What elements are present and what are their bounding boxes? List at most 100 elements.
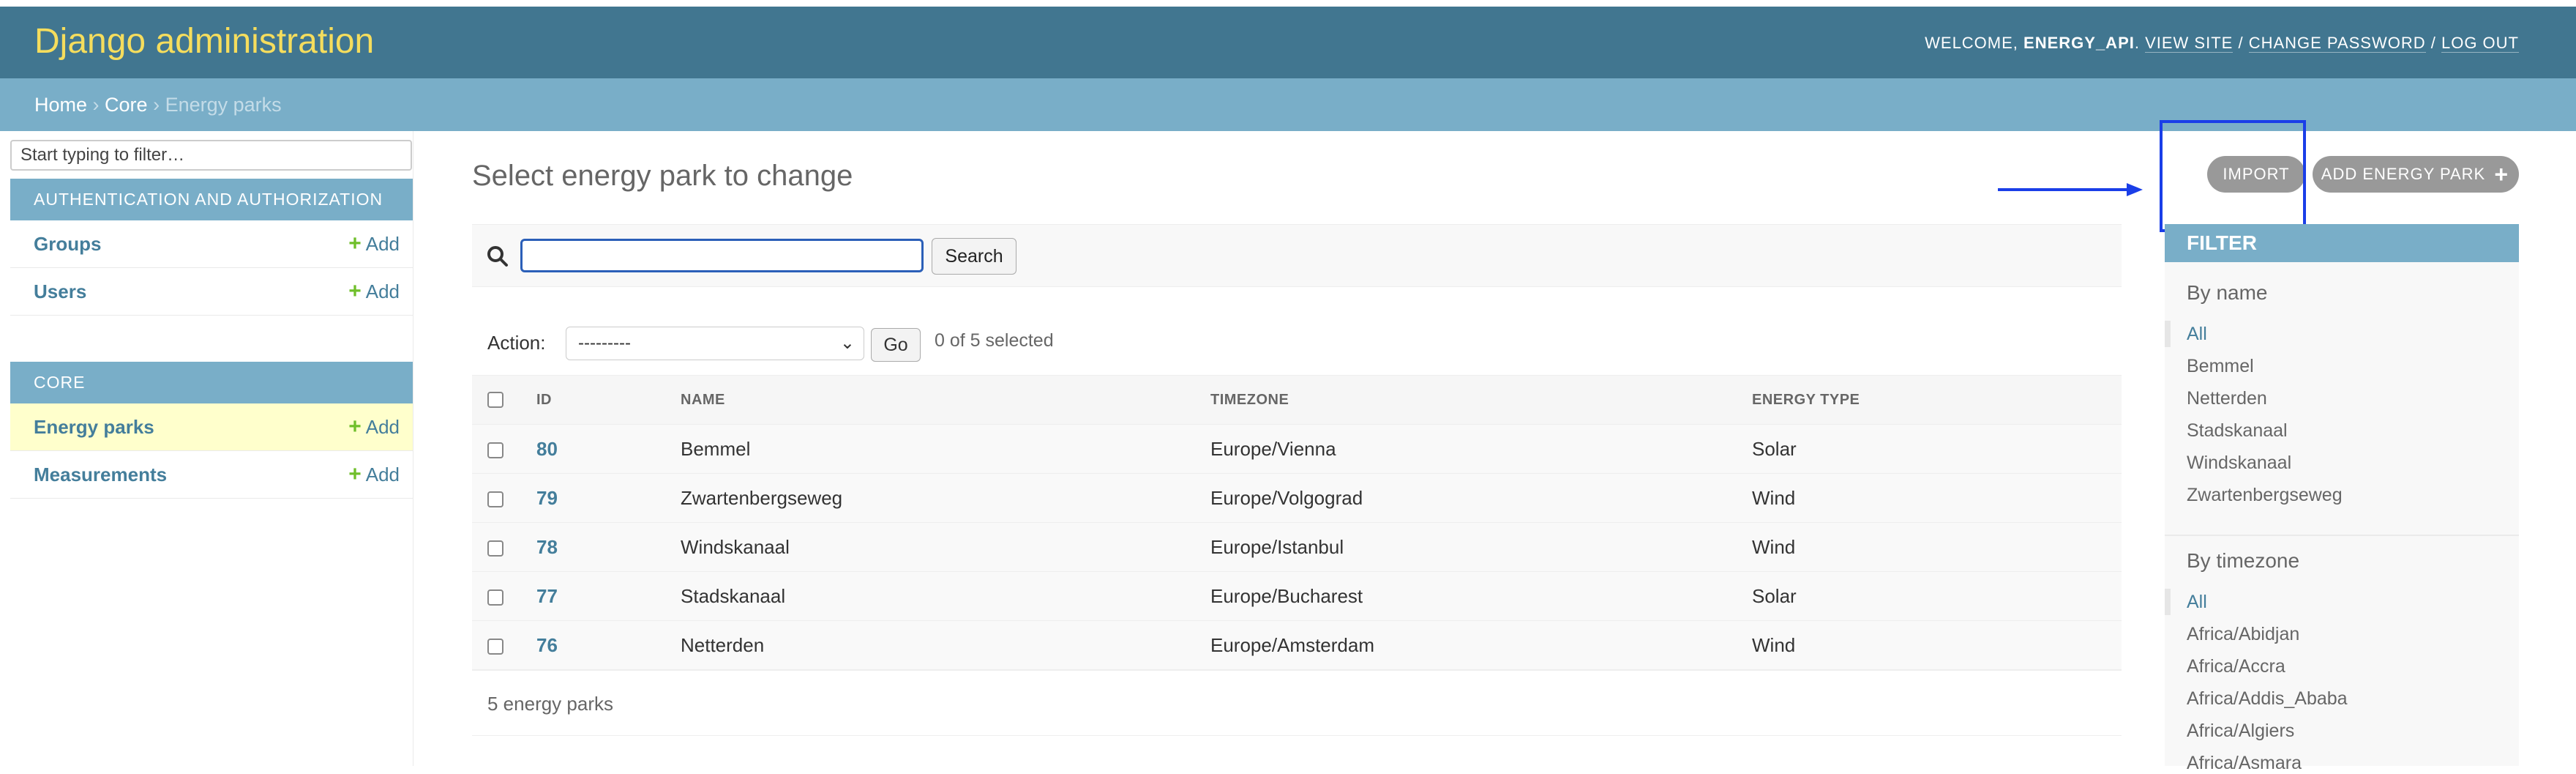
row-id-link[interactable]: 80	[536, 438, 558, 460]
add-energy-park-button[interactable]: ADD ENERGY PARK +	[2313, 156, 2519, 193]
column-header-id[interactable]: ID	[536, 375, 681, 425]
separator: /	[2233, 34, 2249, 52]
result-count: 5 energy parks	[487, 693, 613, 715]
site-branding[interactable]: Django administration	[34, 21, 374, 62]
add-measurement-link[interactable]: + Add	[348, 451, 400, 498]
module-caption-core[interactable]: CORE	[10, 362, 413, 403]
add-user-link[interactable]: + Add	[348, 268, 400, 315]
filter-name-option[interactable]: Netterden	[2187, 388, 2267, 409]
view-site-link[interactable]: VIEW SITE	[2145, 34, 2234, 53]
separator: .	[2134, 34, 2146, 52]
log-out-link[interactable]: LOG OUT	[2441, 34, 2519, 53]
nav-sidebar: AUTHENTICATION AND AUTHORIZATION Groups …	[10, 131, 413, 766]
filter-heading-by-name: By name	[2187, 281, 2268, 304]
id-cell: 78	[536, 522, 681, 572]
id-cell: 79	[536, 473, 681, 523]
name-cell: Stadskanaal	[681, 571, 1210, 621]
filter-name-option[interactable]: Zwartenbergseweg	[2187, 485, 2343, 506]
column-header-name[interactable]: NAME	[681, 375, 1210, 425]
filter-timezone-option[interactable]: Africa/Accra	[2187, 656, 2285, 677]
change-password-link[interactable]: CHANGE PASSWORD	[2248, 34, 2426, 53]
table-row: 80 Bemmel Europe/Vienna Solar	[472, 424, 2122, 474]
table-row: 77 Stadskanaal Europe/Bucharest Solar	[472, 571, 2122, 621]
module-caption-auth[interactable]: AUTHENTICATION AND AUTHORIZATION	[10, 179, 413, 220]
row-checkbox[interactable]	[487, 491, 503, 507]
table-row: 76 Netterden Europe/Amsterdam Wind	[472, 620, 2122, 670]
timezone-cell: Europe/Vienna	[1210, 424, 1752, 474]
table-header-row: ID NAME TIMEZONE ENERGY TYPE	[472, 375, 2122, 425]
sidebar-item-label[interactable]: Users	[34, 268, 86, 315]
add-group-link[interactable]: + Add	[348, 220, 400, 267]
filter-timezone-option[interactable]: Africa/Abidjan	[2187, 624, 2299, 645]
breadcrumb-home[interactable]: Home	[34, 94, 87, 116]
filter-timezone-option[interactable]: Africa/Algiers	[2187, 721, 2294, 742]
username: ENERGY_API	[2023, 34, 2135, 52]
row-select-cell	[472, 522, 536, 572]
row-checkbox[interactable]	[487, 442, 503, 458]
id-cell: 80	[536, 424, 681, 474]
sidebar-item-groups: Groups + Add	[10, 220, 413, 268]
add-energy-park-link[interactable]: + Add	[348, 403, 400, 450]
energy-type-cell: Solar	[1752, 424, 2122, 474]
row-id-link[interactable]: 77	[536, 585, 558, 607]
action-select[interactable]: --------- ⌄	[566, 327, 864, 360]
add-label: Add	[365, 233, 400, 255]
energy-type-cell: Wind	[1752, 522, 2122, 572]
nav-filter-input[interactable]	[10, 140, 412, 171]
sidebar-item-label[interactable]: Energy parks	[34, 403, 154, 450]
filter-name-option[interactable]: Stadskanaal	[2187, 420, 2288, 442]
paginator: 5 energy parks	[472, 670, 2122, 736]
go-button[interactable]: Go	[871, 328, 921, 362]
sidebar-item-label[interactable]: Groups	[34, 220, 101, 267]
row-id-link[interactable]: 79	[536, 487, 558, 509]
breadcrumb-core[interactable]: Core	[105, 94, 148, 116]
selection-counter: 0 of 5 selected	[935, 330, 1054, 351]
breadcrumb-separator: ›	[87, 94, 105, 116]
add-energy-park-label: ADD ENERGY PARK	[2321, 165, 2486, 183]
row-id-link[interactable]: 76	[536, 634, 558, 656]
name-cell: Bemmel	[681, 424, 1210, 474]
filter-timezone-all[interactable]: All	[2165, 589, 2207, 615]
filter-title: FILTER	[2165, 224, 2519, 262]
filter-name-option[interactable]: Bemmel	[2187, 356, 2254, 377]
search-button[interactable]: Search	[932, 238, 1016, 275]
column-header-timezone[interactable]: TIMEZONE	[1210, 375, 1752, 425]
search-input[interactable]	[520, 239, 924, 272]
energy-type-cell: Wind	[1752, 473, 2122, 523]
action-label: Action:	[487, 332, 546, 354]
plus-icon: +	[2494, 161, 2509, 187]
row-checkbox[interactable]	[487, 540, 503, 557]
row-select-cell	[472, 620, 536, 670]
filter-name-option[interactable]: Windskanaal	[2187, 453, 2291, 474]
name-cell: Windskanaal	[681, 522, 1210, 572]
id-cell: 76	[536, 620, 681, 670]
plus-icon: +	[348, 462, 362, 486]
search-toolbar: Search	[472, 224, 2122, 287]
energy-type-cell: Wind	[1752, 620, 2122, 670]
row-checkbox[interactable]	[487, 589, 503, 606]
row-select-cell	[472, 473, 536, 523]
select-all-header	[472, 375, 536, 425]
changelist-filter: FILTER By name All Bemmel Netterden Stad…	[2165, 224, 2519, 773]
filter-timezone-option[interactable]: Africa/Addis_Ababa	[2187, 688, 2348, 710]
search-icon	[487, 246, 508, 267]
select-all-checkbox[interactable]	[487, 392, 503, 409]
action-select-value: ---------	[578, 333, 631, 353]
page-title: Select energy park to change	[472, 160, 853, 192]
filter-name-all[interactable]: All	[2165, 321, 2207, 347]
sidebar-item-users: Users + Add	[10, 268, 413, 316]
column-header-energy-type[interactable]: ENERGY TYPE	[1752, 375, 2122, 425]
add-label: Add	[365, 280, 400, 302]
header: Django administration WELCOME, ENERGY_AP…	[0, 7, 2576, 78]
name-cell: Netterden	[681, 620, 1210, 670]
plus-icon: +	[348, 231, 362, 256]
row-id-link[interactable]: 78	[536, 536, 558, 558]
sidebar-item-label[interactable]: Measurements	[34, 451, 167, 498]
annotation-highlight-box	[2160, 120, 2306, 232]
timezone-cell: Europe/Bucharest	[1210, 571, 1752, 621]
filter-divider	[2165, 535, 2519, 536]
row-select-cell	[472, 571, 536, 621]
filter-timezone-option[interactable]: Africa/Asmara	[2187, 753, 2302, 774]
name-cell: Zwartenbergseweg	[681, 473, 1210, 523]
row-checkbox[interactable]	[487, 638, 503, 655]
